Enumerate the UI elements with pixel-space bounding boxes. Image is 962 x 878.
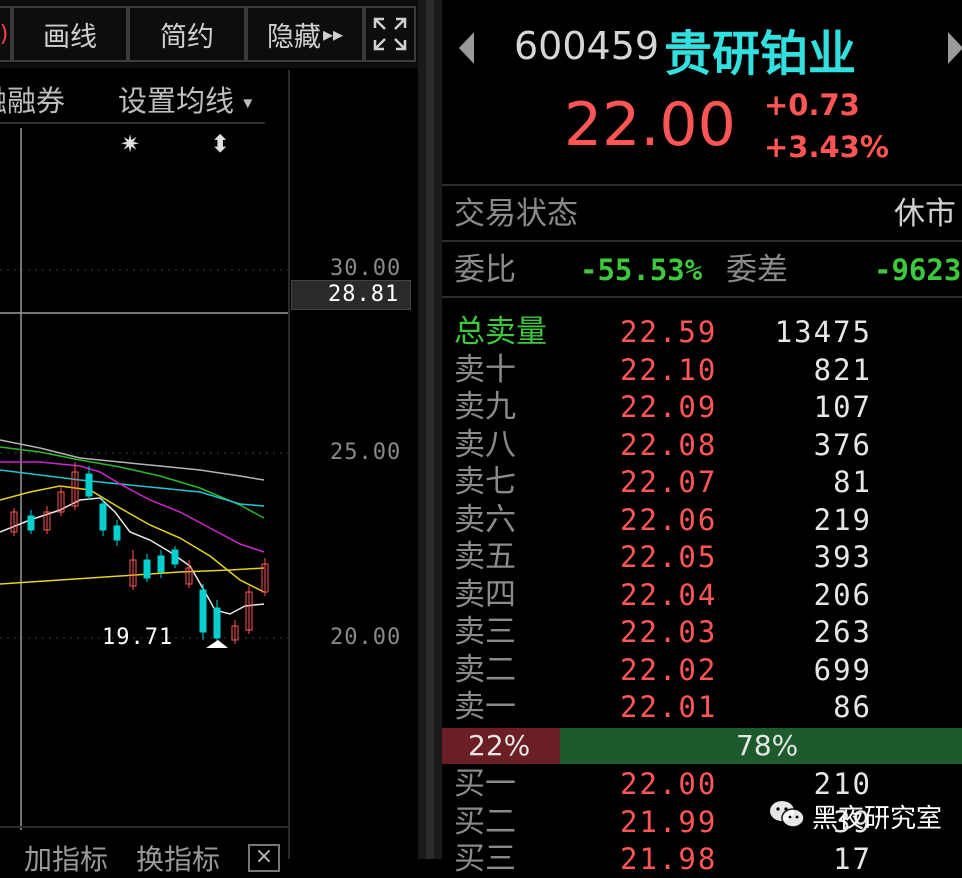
weibi-value: -55.53% [580, 253, 703, 287]
ma-line-green [0, 446, 265, 519]
low-point-marker [206, 640, 228, 648]
ask-label: 卖六 [454, 502, 516, 538]
ask-price[interactable]: 22.10 [620, 352, 717, 388]
partial-toolbar-button[interactable]: ) [0, 6, 12, 62]
kline-chart-area[interactable]: 融融券 设置均线 ▾ ✷ ⬍ [0, 70, 418, 876]
candles [10, 462, 269, 648]
trade-status-value: 休市 [894, 196, 956, 232]
stock-name: 贵研铂业 [664, 26, 857, 82]
ask-volume: 206 [813, 578, 872, 612]
ask-price[interactable]: 22.05 [620, 539, 717, 575]
stock-code: 600459 [514, 24, 660, 68]
buy-ratio-bar: 78% [560, 728, 962, 764]
trade-status-label: 交易状态 [454, 196, 578, 232]
expand-icon [373, 17, 407, 51]
weicha-label: 委差 [726, 252, 788, 288]
ask-volume: 393 [813, 540, 872, 574]
crosshair-price-box: 28.81 [291, 280, 411, 310]
ask-label: 卖五 [454, 539, 516, 575]
switch-indicator-button[interactable]: 换指标 [136, 838, 220, 878]
close-icon[interactable]: × [248, 844, 280, 872]
divider-header [442, 184, 962, 186]
next-stock-icon[interactable] [946, 30, 962, 66]
ask-label: 卖九 [454, 389, 516, 425]
simple-mode-label: 简约 [160, 21, 214, 53]
low-price-label: 19.71 [102, 625, 174, 650]
wechat-icon [770, 801, 805, 828]
weibi-label: 委比 [454, 252, 516, 288]
ask-volume: 86 [833, 690, 872, 724]
ask-price[interactable]: 22.04 [620, 577, 717, 613]
ask-label: 卖七 [454, 464, 516, 500]
double-arrow-right-icon: ▸▸ [322, 22, 344, 46]
bid-label: 买一 [454, 766, 516, 802]
ma-line-grey [0, 439, 265, 481]
watermark: 黑夜研究室 [768, 796, 958, 836]
buy-ratio-text: 78% [736, 729, 799, 762]
ask-price[interactable]: 22.09 [620, 389, 717, 425]
quote-panel: 600459 贵研铂业 22.00 +0.73 +3.43% 交易状态 休市 委… [442, 0, 962, 877]
ask-volume: 219 [813, 503, 872, 537]
ask-volume: 81 [833, 465, 872, 499]
ma-line-cyan [0, 469, 265, 507]
ask-price[interactable]: 22.06 [620, 502, 717, 538]
panel-splitter[interactable] [418, 0, 442, 859]
total-sell-volume: 13475 [774, 315, 872, 349]
ask-label: 卖二 [454, 652, 516, 688]
ask-label: 卖四 [454, 577, 516, 613]
draw-line-button[interactable]: 画线 [12, 6, 128, 62]
ask-price[interactable]: 22.01 [620, 689, 717, 725]
price-change-percent: +3.43% [764, 130, 889, 164]
bid-label: 买二 [454, 804, 516, 840]
ma-line-yellow-long [0, 567, 265, 585]
ask-volume: 107 [813, 390, 872, 424]
price-change: +0.73 [764, 88, 860, 122]
bid-price[interactable]: 21.98 [620, 841, 717, 877]
draw-line-label: 画线 [43, 21, 97, 53]
watermark-text: 黑夜研究室 [812, 804, 943, 834]
ask-volume: 376 [813, 428, 872, 462]
total-sell-price: 22.59 [620, 315, 718, 349]
ask-price[interactable]: 22.03 [620, 614, 717, 650]
ma-line-yellow [0, 485, 265, 593]
total-sell-label: 总卖量 [454, 314, 547, 350]
ask-label: 卖八 [454, 427, 516, 463]
add-indicator-button[interactable]: 加指标 [24, 838, 108, 878]
ask-label: 卖三 [454, 614, 516, 650]
bid-label: 买三 [454, 841, 516, 877]
bid-price[interactable]: 21.99 [620, 804, 717, 840]
sell-ratio-bar: 22% [442, 728, 560, 764]
divider-weibi [442, 296, 962, 298]
ask-label: 卖一 [454, 689, 516, 725]
sell-ratio-text: 22% [468, 729, 531, 762]
hide-label: 隐藏 [266, 21, 321, 53]
last-price: 22.00 [564, 90, 736, 160]
ask-label: 卖十 [454, 352, 516, 388]
chart-toolbar: ) 画线 简约 隐藏 ▸▸ [0, 0, 418, 68]
divider-status [442, 240, 962, 242]
ask-volume: 263 [813, 615, 872, 649]
price-tick-25: 25.00 [330, 440, 402, 465]
ask-volume: 821 [813, 353, 872, 387]
simple-mode-button[interactable]: 简约 [128, 6, 246, 62]
ask-price[interactable]: 22.02 [620, 652, 717, 688]
crosshair-price-value: 28.81 [328, 282, 400, 307]
price-tick-30: 30.00 [330, 256, 402, 281]
bid-price[interactable]: 22.00 [620, 766, 717, 802]
prev-stock-icon[interactable] [456, 30, 476, 66]
expand-button[interactable] [364, 6, 416, 62]
bid-volume: 17 [833, 842, 872, 876]
weicha-value: -9623 [874, 253, 962, 287]
ask-price[interactable]: 22.07 [620, 464, 717, 500]
ask-volume: 699 [813, 653, 872, 687]
hide-button[interactable]: 隐藏 ▸▸ [246, 6, 364, 62]
bottom-divider [0, 826, 288, 828]
ask-price[interactable]: 22.08 [620, 427, 717, 463]
price-tick-20: 20.00 [330, 625, 402, 650]
